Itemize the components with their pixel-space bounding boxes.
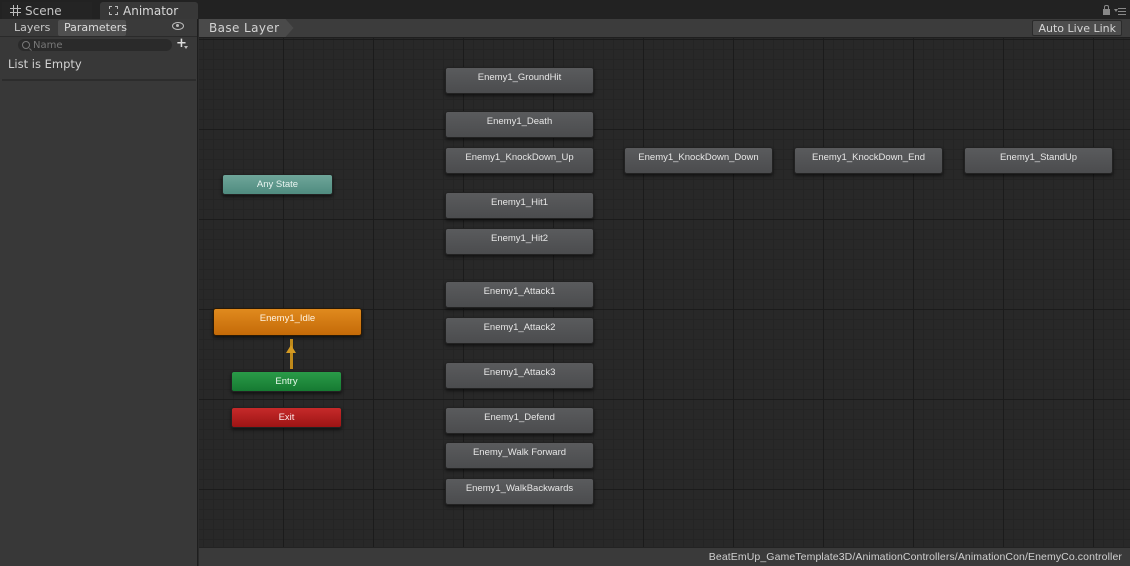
node-entry[interactable]: Entry [231,371,342,392]
tab-animator[interactable]: Animator [100,2,198,19]
state-node[interactable]: Enemy1_Hit2 [445,228,594,255]
state-node[interactable]: Enemy1_KnockDown_Down [624,147,773,174]
state-node[interactable]: Enemy1_WalkBackwards [445,478,594,505]
tab-layers[interactable]: Layers [8,20,58,36]
state-machine-graph[interactable] [199,19,1130,547]
window-controls [1103,5,1126,15]
state-node[interactable]: Enemy1_Attack3 [445,362,594,389]
parameter-list: List is Empty [2,55,196,81]
state-node[interactable]: Enemy1_Defend [445,407,594,434]
eye-icon[interactable] [172,22,184,30]
node-any-state[interactable]: Any State [222,174,333,195]
add-parameter-icon[interactable]: + [176,37,188,50]
node-enemy1-idle-default[interactable]: Enemy1_Idle [213,308,362,336]
transition-arrow-icon [286,345,296,353]
search-input[interactable] [30,39,163,51]
tab-scene-label: Scene [25,3,62,18]
state-node[interactable]: Enemy1_KnockDown_Up [445,147,594,174]
auto-live-link-button[interactable]: Auto Live Link [1032,20,1122,36]
state-node[interactable]: Enemy1_Attack2 [445,317,594,344]
state-node[interactable]: Enemy1_KnockDown_End [794,147,943,174]
state-node[interactable]: Enemy1_Hit1 [445,192,594,219]
editor-tab-bar: Scene Animator [0,0,1130,19]
parameters-panel: Layers Parameters + List is Empty [0,19,198,566]
tab-parameters[interactable]: Parameters [58,20,127,36]
breadcrumb-base-layer[interactable]: Base Layer [199,19,294,37]
animator-icon [108,5,119,16]
controller-path: BeatEmUp_GameTemplate3D/AnimationControl… [708,551,1122,563]
state-node[interactable]: Enemy1_GroundHit [445,67,594,94]
transition-entry-to-idle[interactable] [290,339,293,369]
search-icon [22,41,30,49]
menu-icon[interactable] [1114,6,1126,15]
node-exit[interactable]: Exit [231,407,342,428]
search-field[interactable] [18,39,172,51]
tab-animator-label: Animator [123,3,179,18]
tab-scene[interactable]: Scene [2,2,92,19]
lock-icon[interactable] [1103,5,1110,15]
state-node[interactable]: Enemy1_StandUp [964,147,1113,174]
empty-list-message: List is Empty [8,57,82,71]
state-node[interactable]: Enemy1_Death [445,111,594,138]
graph-toolbar: Base Layer Auto Live Link [199,19,1130,38]
state-node[interactable]: Enemy_Walk Forward [445,442,594,469]
grid-icon [10,5,21,16]
status-bar: BeatEmUp_GameTemplate3D/AnimationControl… [199,547,1130,566]
panel-tabs: Layers Parameters [0,19,197,37]
state-node[interactable]: Enemy1_Attack1 [445,281,594,308]
